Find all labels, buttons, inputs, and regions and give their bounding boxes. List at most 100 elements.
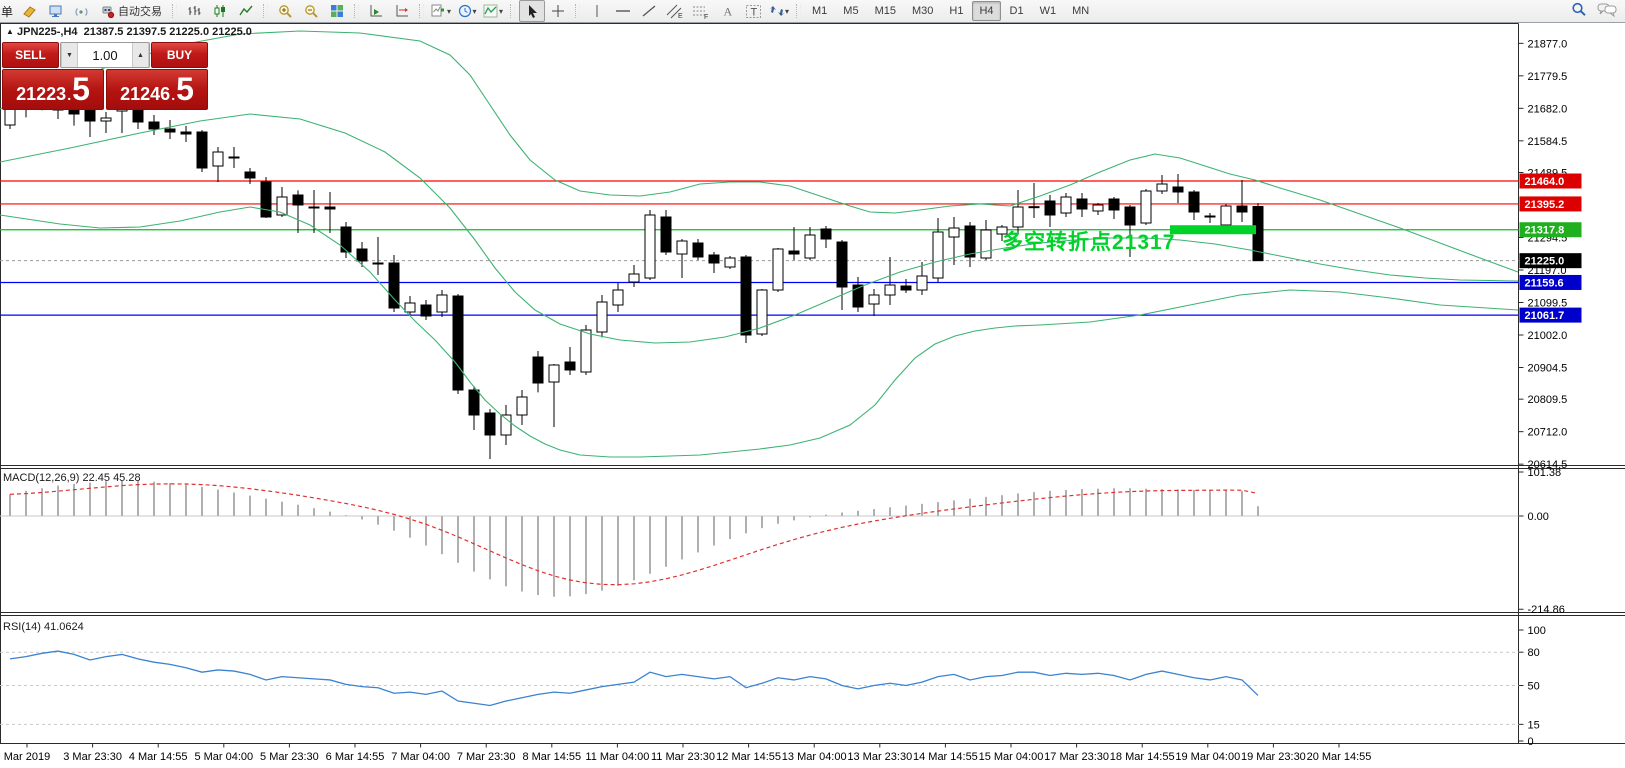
text-tool-button[interactable]: A: [714, 0, 740, 22]
radio-signal-icon: [74, 5, 89, 18]
svg-text:19 Mar 04:00: 19 Mar 04:00: [1175, 751, 1240, 763]
svg-text:21225.0: 21225.0: [1525, 256, 1565, 268]
svg-text:20 Mar 14:55: 20 Mar 14:55: [1307, 751, 1372, 763]
arrows-tool-button[interactable]: ▾: [766, 0, 792, 22]
sell-price-main: 21223: [16, 75, 66, 113]
svg-text:7 Mar 23:30: 7 Mar 23:30: [457, 751, 516, 763]
timeframe-button-h4[interactable]: H4: [972, 1, 1000, 21]
svg-text:15 Mar 04:00: 15 Mar 04:00: [979, 751, 1044, 763]
terminal-button[interactable]: [42, 0, 68, 22]
new-chart-button[interactable]: ▾: [428, 0, 454, 22]
svg-text:101.38: 101.38: [1528, 467, 1562, 479]
label-tool-button[interactable]: T: [740, 0, 766, 22]
timeframe-button-h1[interactable]: H1: [942, 1, 970, 21]
rsi-pane: 1008050150: [0, 625, 1546, 748]
fibonacci-tool-button[interactable]: F: [688, 0, 714, 22]
svg-text:5 Mar 04:00: 5 Mar 04:00: [194, 751, 253, 763]
svg-text:21464.0: 21464.0: [1525, 176, 1565, 188]
highlight-bar[interactable]: [1170, 225, 1256, 234]
svg-text:11 Mar 23:30: 11 Mar 23:30: [651, 751, 715, 763]
chart-shift-icon: [395, 4, 409, 18]
collapse-triangle-icon[interactable]: ▲: [6, 27, 14, 36]
trendline-tool-button[interactable]: [636, 0, 662, 22]
timeframe-button-m15[interactable]: M15: [868, 1, 903, 21]
svg-text:7 Mar 04:00: 7 Mar 04:00: [391, 751, 450, 763]
crosshair-icon: [551, 4, 565, 18]
svg-text:21002.0: 21002.0: [1528, 330, 1568, 342]
date-axis: Mar 20193 Mar 23:304 Mar 14:555 Mar 04:0…: [4, 744, 1372, 764]
svg-text:21317.8: 21317.8: [1525, 225, 1565, 237]
clock-icon: [458, 4, 472, 18]
buy-button[interactable]: BUY: [151, 42, 208, 68]
svg-text:14 Mar 14:55: 14 Mar 14:55: [913, 751, 978, 763]
svg-text:T: T: [750, 6, 757, 18]
chevron-down-icon: ▾: [447, 7, 451, 16]
candlestick-icon: [213, 4, 227, 18]
line-chart-button[interactable]: [233, 0, 259, 22]
bar-chart-button[interactable]: [181, 0, 207, 22]
chart-symbol: JPN225-,H4: [17, 26, 78, 38]
svg-text:13 Mar 23:30: 13 Mar 23:30: [847, 751, 912, 763]
tile-windows-button[interactable]: [324, 0, 350, 22]
bollinger-bands: [0, 31, 1518, 457]
rsi-indicator-label: RSI(14) 41.0624: [3, 621, 84, 633]
zoom-out-button[interactable]: [298, 0, 324, 22]
svg-text:Mar 2019: Mar 2019: [4, 751, 50, 763]
svg-text:50: 50: [1528, 681, 1540, 693]
s ell-price-display[interactable]: 21223.5: [2, 69, 104, 110]
chart-shift-button[interactable]: [389, 0, 415, 22]
text-icon: A: [721, 4, 734, 18]
timeframe-button-m1[interactable]: M1: [805, 1, 834, 21]
svg-text:11 Mar 04:00: 11 Mar 04:00: [585, 751, 649, 763]
timeframe-button-mn[interactable]: MN: [1065, 1, 1096, 21]
chat-icon[interactable]: [1597, 2, 1617, 20]
buy-price-display[interactable]: 21246.5: [106, 69, 208, 110]
svg-text:18 Mar 14:55: 18 Mar 14:55: [1110, 751, 1175, 763]
svg-text:3 Mar 23:30: 3 Mar 23:30: [63, 751, 122, 763]
cursor-arrow-icon: [526, 4, 539, 18]
auto-scroll-button[interactable]: [363, 0, 389, 22]
volume-decrease-button[interactable]: ▼: [61, 43, 78, 67]
rsi-line: [10, 651, 1258, 705]
channel-tool-button[interactable]: E: [662, 0, 688, 22]
signal-button[interactable]: [68, 0, 94, 22]
volume-increase-button[interactable]: ▲: [132, 43, 149, 67]
new-order-button[interactable]: [16, 0, 42, 22]
timeframe-button-m30[interactable]: M30: [905, 1, 940, 21]
timeframe-button-w1[interactable]: W1: [1033, 1, 1064, 21]
one-click-trade-panel: SELL ▼ 1.00 ▲ BUY 21223.5 21246.5: [2, 42, 208, 110]
menu-char[interactable]: 单: [1, 3, 13, 20]
timeframe-bar: M1M5M15M30H1H4D1W1MN: [805, 1, 1096, 21]
search-icon[interactable]: [1571, 2, 1587, 20]
sell-price-pip: 5: [72, 70, 90, 108]
candlestick-chart-button[interactable]: [207, 0, 233, 22]
svg-text:12 Mar 14:55: 12 Mar 14:55: [716, 751, 781, 763]
indicators-icon: [483, 4, 498, 18]
cursor-tool-button[interactable]: [519, 0, 545, 22]
price-axis: 21877.021779.521682.021584.521489.521294…: [1519, 38, 1582, 471]
horizontal-line-tool-button[interactable]: [610, 0, 636, 22]
svg-text:20712.0: 20712.0: [1528, 427, 1568, 439]
svg-text:21584.5: 21584.5: [1528, 136, 1568, 148]
indicators-button[interactable]: ▾: [480, 0, 506, 22]
svg-text:80: 80: [1528, 647, 1540, 659]
horizontal-line-icon: [615, 4, 631, 18]
svg-text:21395.2: 21395.2: [1525, 199, 1565, 211]
volume-input[interactable]: 1.00: [78, 43, 132, 67]
zoom-in-button[interactable]: [272, 0, 298, 22]
crosshair-tool-button[interactable]: [545, 0, 571, 22]
timeframe-button-m5[interactable]: M5: [836, 1, 865, 21]
autotrading-button[interactable]: 自动交易: [94, 0, 168, 22]
vertical-line-tool-button[interactable]: [584, 0, 610, 22]
trading-app-window: 单 自动交易: [0, 0, 1625, 768]
bar-chart-icon: [187, 4, 201, 18]
periods-button[interactable]: ▾: [454, 0, 480, 22]
volume-stepper: ▼ 1.00 ▲: [60, 42, 150, 68]
vertical-line-icon: [592, 4, 602, 18]
sell-button[interactable]: SELL: [2, 42, 59, 68]
chevron-down-icon: ▾: [473, 7, 477, 16]
price-chart-canvas[interactable]: 21877.021779.521682.021584.521489.521294…: [0, 0, 1625, 768]
pivot-annotation-text[interactable]: 多空转折点21317: [1002, 226, 1175, 256]
zoom-in-icon: [278, 4, 293, 18]
timeframe-button-d1[interactable]: D1: [1003, 1, 1031, 21]
